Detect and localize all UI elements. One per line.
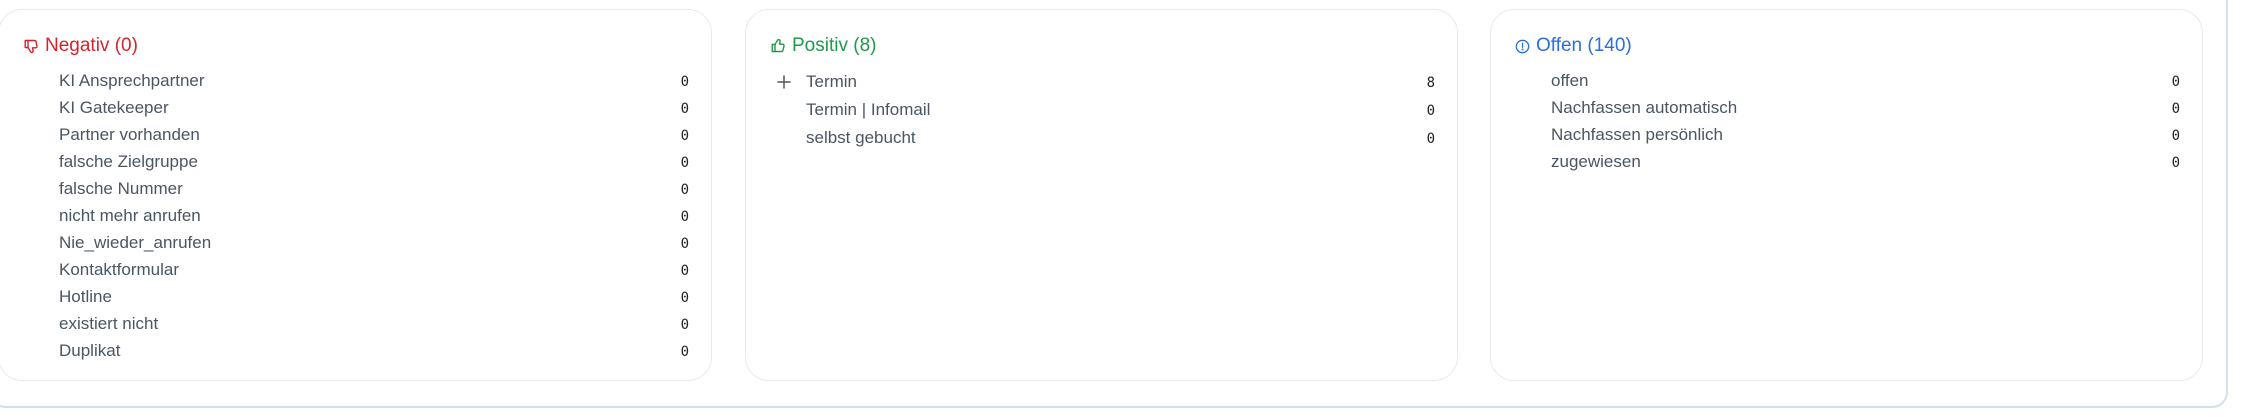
list-item-count: 0 xyxy=(2171,74,2180,90)
list-item[interactable]: zugewiesen 0 xyxy=(1491,148,2202,175)
list-item-label: selbst gebucht xyxy=(806,128,916,147)
panel-negativ-list: KI Ansprechpartner 0 KI Gatekeeper 0 Partn… xyxy=(0,67,711,364)
list-item[interactable]: Termin 8 xyxy=(746,68,1457,96)
panel-negativ-title: Negativ (0) xyxy=(45,35,138,56)
list-item-label: zugewiesen xyxy=(1551,152,1641,171)
list-item-count: 0 xyxy=(1426,103,1435,119)
plus-icon[interactable] xyxy=(775,72,793,92)
list-item[interactable]: existiert nicht 0 xyxy=(0,310,711,337)
list-item-label: KI Ansprechpartner xyxy=(59,71,205,90)
list-item[interactable]: falsche Nummer 0 xyxy=(0,175,711,202)
list-item-count: 0 xyxy=(2171,101,2180,117)
panel-offen: Offen (140) offen 0 Nachfassen automatisc… xyxy=(1490,9,2203,381)
thumbs-down-icon xyxy=(23,38,39,54)
list-item-label: Termin | Infomail xyxy=(806,100,931,119)
panel-positiv-list: Termin 8 Termin | Infomail 0 selbst gebuc… xyxy=(746,68,1457,152)
list-item-count: 0 xyxy=(680,317,689,333)
list-item-count: 0 xyxy=(2171,128,2180,144)
panel-negativ: Negativ (0) KI Ansprechpartner 0 KI Gatek… xyxy=(0,9,712,381)
list-item-count: 0 xyxy=(1426,131,1435,147)
list-item-count: 0 xyxy=(680,128,689,144)
list-item-count: 0 xyxy=(680,236,689,252)
list-item[interactable]: Nachfassen persönlich 0 xyxy=(1491,121,2202,148)
list-item[interactable]: falsche Zielgruppe 0 xyxy=(0,148,711,175)
list-item[interactable]: Partner vorhanden 0 xyxy=(0,121,711,148)
panel-offen-header[interactable]: Offen (140) xyxy=(1515,34,1632,58)
list-item-label: nicht mehr anrufen xyxy=(59,206,201,225)
panel-positiv-header[interactable]: Positiv (8) xyxy=(770,34,876,58)
list-item-label: existiert nicht xyxy=(59,314,159,333)
list-item-count: 0 xyxy=(680,263,689,279)
list-item[interactable]: offen 0 xyxy=(1491,67,2202,94)
list-item[interactable]: selbst gebucht 0 xyxy=(746,124,1457,152)
list-item-label: Partner vorhanden xyxy=(59,125,200,144)
list-item-count: 0 xyxy=(680,74,689,90)
list-item[interactable]: KI Ansprechpartner 0 xyxy=(0,67,711,94)
list-item-count: 0 xyxy=(680,344,689,360)
list-item-label: Nachfassen persönlich xyxy=(1551,125,1723,144)
thumbs-up-icon xyxy=(770,38,786,54)
list-item-label: falsche Zielgruppe xyxy=(59,152,198,171)
panel-positiv: Positiv (8) Termin 8 Termin | Infomail 0 … xyxy=(745,9,1458,381)
list-item-label: Duplikat xyxy=(59,341,121,360)
panel-offen-title: Offen (140) xyxy=(1536,35,1632,56)
info-circle-icon xyxy=(1515,39,1530,54)
list-item-label: Nachfassen automatisch xyxy=(1551,98,1738,117)
list-item-count: 0 xyxy=(680,182,689,198)
list-item-label: Hotline xyxy=(59,287,112,306)
list-item-count: 0 xyxy=(680,209,689,225)
list-item[interactable]: Termin | Infomail 0 xyxy=(746,96,1457,124)
list-item-count: 0 xyxy=(680,101,689,117)
list-item-label: Nie_wieder_anrufen xyxy=(59,233,212,252)
list-item[interactable]: Nachfassen automatisch 0 xyxy=(1491,94,2202,121)
list-item[interactable]: Kontaktformular 0 xyxy=(0,256,711,283)
panel-negativ-header[interactable]: Negativ (0) xyxy=(23,34,138,58)
panel-positiv-title: Positiv (8) xyxy=(792,35,877,56)
list-item[interactable]: KI Gatekeeper 0 xyxy=(0,94,711,121)
list-item-label: Termin xyxy=(806,72,858,91)
list-item[interactable]: Nie_wieder_anrufen 0 xyxy=(0,229,711,256)
list-item-count: 0 xyxy=(2171,155,2180,171)
list-item-label: KI Gatekeeper xyxy=(59,98,169,117)
list-item-label: Kontaktformular xyxy=(59,260,179,279)
list-item[interactable]: Duplikat 0 xyxy=(0,337,711,364)
list-item[interactable]: nicht mehr anrufen 0 xyxy=(0,202,711,229)
list-item-label: offen xyxy=(1551,71,1589,90)
list-item-count: 8 xyxy=(1426,75,1435,91)
list-item-count: 0 xyxy=(680,290,689,306)
list-item-count: 0 xyxy=(680,155,689,171)
list-item[interactable]: Hotline 0 xyxy=(0,283,711,310)
panel-offen-list: offen 0 Nachfassen automatisch 0 Nachfasse… xyxy=(1491,67,2202,175)
list-item-label: falsche Nummer xyxy=(59,179,183,198)
